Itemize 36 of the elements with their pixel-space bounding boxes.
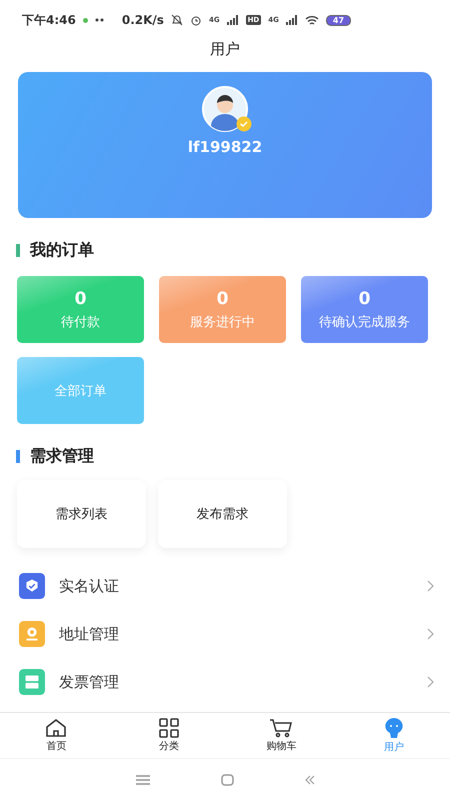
signal-icon <box>286 15 298 25</box>
tab[interactable]: 分类 <box>112 713 225 758</box>
bell-off-icon <box>170 14 183 26</box>
alarm-icon <box>190 14 202 26</box>
avatar <box>202 86 248 132</box>
menu-item[interactable]: 发票管理 <box>59 672 415 692</box>
cart-icon <box>269 718 294 738</box>
demand-card[interactable]: 发布需求 <box>158 480 287 548</box>
demand-card[interactable]: 需求列表 <box>17 480 146 548</box>
clock: 下午4:46 <box>22 12 76 28</box>
network-speed: 0.2K/s <box>122 13 164 27</box>
more-icon <box>94 18 105 22</box>
section-heading: 我的订单 <box>30 240 94 260</box>
chevron-right-icon <box>427 676 434 688</box>
address-icon <box>17 621 47 647</box>
menu-item[interactable]: 实名认证 <box>59 576 415 596</box>
invoice-icon <box>17 669 47 695</box>
menu-item[interactable]: 地址管理 <box>59 624 415 644</box>
page-title: 用户 <box>209 40 241 60</box>
tab[interactable]: 首页 <box>0 713 112 758</box>
home-icon <box>45 718 68 738</box>
wifi-icon <box>304 14 319 26</box>
menu-icon[interactable] <box>136 774 150 784</box>
section-heading: 需求管理 <box>30 446 94 466</box>
signal-icon <box>226 15 239 25</box>
dot-icon <box>82 18 88 22</box>
grid-icon <box>158 718 179 738</box>
user-icon <box>382 717 405 739</box>
back-icon[interactable] <box>304 774 314 784</box>
tab[interactable]: 购物车 <box>225 713 338 758</box>
chevron-right-icon <box>427 628 434 640</box>
battery-level: 47 <box>326 14 352 26</box>
username: lf199822 <box>188 138 262 156</box>
chevron-right-icon <box>427 580 434 592</box>
verify-icon <box>17 573 47 599</box>
home-button-icon[interactable] <box>220 774 234 786</box>
